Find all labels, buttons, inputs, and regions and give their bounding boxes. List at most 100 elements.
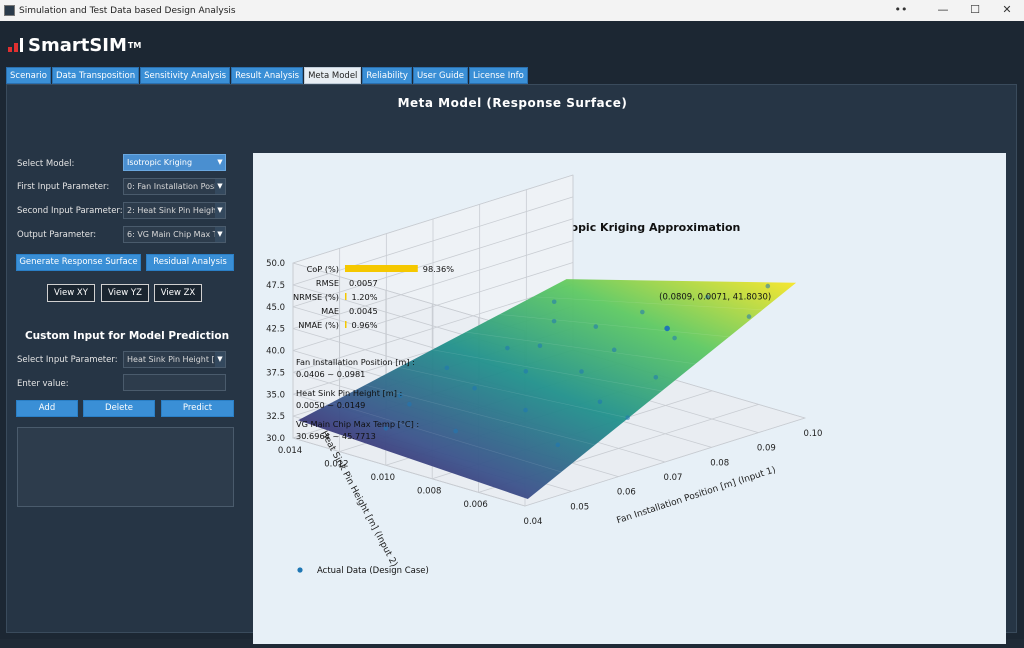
chevron-down-icon: ▼ <box>215 352 225 367</box>
x-tick-label: 0.09 <box>757 444 776 454</box>
window-title: Simulation and Test Data based Design An… <box>19 5 236 16</box>
enter-value-label: Enter value: <box>17 379 69 389</box>
y-tick-label: 0.014 <box>278 446 302 456</box>
tab-data-transposition[interactable]: Data Transposition <box>51 67 140 84</box>
data-point <box>537 343 543 349</box>
app-icon <box>4 5 15 16</box>
logo-bars-icon <box>8 38 25 52</box>
legend-group: Actual Data (Design Case) <box>297 566 429 576</box>
data-point <box>765 283 771 289</box>
tab-reliability[interactable]: Reliability <box>362 67 412 84</box>
metric-value: 1.20% <box>352 292 378 302</box>
chevron-down-icon: ▼ <box>215 155 225 170</box>
response-surface-plot[interactable]: Isotropic Kriging Approximation 0.04 0.05… <box>240 153 1006 644</box>
tab-user-guide[interactable]: User Guide <box>412 67 468 84</box>
output-param-label: Output Parameter: <box>17 230 97 240</box>
data-point <box>551 299 557 305</box>
chevron-down-icon: ▼ <box>215 179 225 194</box>
brand-name: SmartSIM <box>28 34 127 56</box>
select-input-param-value: Heat Sink Pin Height [r <box>127 355 218 364</box>
highlight-point <box>664 325 670 332</box>
app-body: SmartSIM TM Scenario Data Transposition S… <box>0 21 1024 644</box>
select-model-value: Isotropic Kriging <box>127 158 193 167</box>
window-extra-button[interactable]: •• <box>884 0 918 21</box>
x-tick-label: 0.07 <box>664 473 683 483</box>
data-point <box>505 345 510 351</box>
highlight-point-label: (0.0809, 0.0071, 41.8030) <box>659 292 771 302</box>
output-param-dropdown[interactable]: 6: VG Main Chip Max T ▼ <box>123 226 226 243</box>
view-yz-button[interactable]: View YZ <box>101 284 149 302</box>
data-point <box>625 415 630 421</box>
range-value: 0.0406 ~ 0.0981 <box>296 369 365 379</box>
surface-chart-svg[interactable]: Isotropic Kriging Approximation 0.040.05… <box>240 153 1006 644</box>
first-input-label: First Input Parameter: <box>17 182 110 192</box>
data-point <box>523 407 528 413</box>
x-tick-label: 0.05 <box>570 502 589 512</box>
z-tick-label: 35.0 <box>266 390 285 400</box>
brand-trademark: TM <box>127 40 142 50</box>
metric-value: 98.36% <box>423 264 454 274</box>
minimize-button[interactable]: — <box>926 0 960 21</box>
view-xy-button[interactable]: View XY <box>47 284 95 302</box>
z-tick-label: 32.5 <box>266 412 285 422</box>
second-input-dropdown[interactable]: 2: Heat Sink Pin Height ▼ <box>123 202 226 219</box>
x-tick-label: 0.10 <box>804 429 823 439</box>
brand-logo: SmartSIM TM <box>8 33 141 57</box>
delete-button[interactable]: Delete <box>83 400 155 417</box>
select-model-dropdown[interactable]: Isotropic Kriging ▼ <box>123 154 226 171</box>
tab-meta-model[interactable]: Meta Model <box>304 67 362 84</box>
tab-sensitivity-analysis[interactable]: Sensitivity Analysis <box>140 67 231 84</box>
second-input-value: 2: Heat Sink Pin Height <box>127 206 220 215</box>
data-point <box>555 442 561 448</box>
z-tick-label: 42.5 <box>266 325 285 335</box>
tab-result-analysis[interactable]: Result Analysis <box>231 67 304 84</box>
data-point <box>579 369 584 374</box>
legend-label: Actual Data (Design Case) <box>317 566 429 576</box>
predict-button[interactable]: Predict <box>161 400 234 417</box>
metric-bar <box>345 321 347 328</box>
data-point <box>444 365 450 371</box>
output-param-value: 6: VG Main Chip Max T <box>127 230 218 239</box>
metric-label: NMAE (%) <box>298 320 339 330</box>
data-point <box>640 309 645 315</box>
custom-input-title: Custom Input for Model Prediction <box>24 330 230 342</box>
generate-response-surface-button[interactable]: Generate Response Surface <box>16 254 141 271</box>
legend-marker <box>297 567 303 573</box>
maximize-button[interactable]: ☐ <box>958 0 992 21</box>
enter-value-input[interactable] <box>123 374 226 391</box>
residual-analysis-button[interactable]: Residual Analysis <box>146 254 234 271</box>
range-label: VG Main Chip Max Temp [°C] : <box>296 419 419 429</box>
view-zx-button[interactable]: View ZX <box>154 284 202 302</box>
metric-label: MAE <box>321 306 339 316</box>
z-tick-label: 45.0 <box>266 303 285 313</box>
data-point <box>523 369 529 374</box>
x-axis-label: Fan Installation Position [m] (Input 1) <box>616 465 778 526</box>
data-point <box>746 314 752 319</box>
tab-license-info[interactable]: License Info <box>468 67 528 84</box>
prediction-output-box[interactable] <box>17 427 234 507</box>
window-titlebar: Simulation and Test Data based Design An… <box>0 0 1024 21</box>
add-button[interactable]: Add <box>16 400 78 417</box>
data-point <box>453 428 458 434</box>
y-tick-label: 0.008 <box>417 487 441 497</box>
metric-bar <box>345 265 418 272</box>
z-tick-label: 50.0 <box>266 259 285 269</box>
page-title: Meta Model (Response Surface) <box>397 96 628 110</box>
z-tick-label: 30.0 <box>266 434 285 444</box>
range-value: 30.6964 ~ 45.7713 <box>296 431 376 441</box>
y-tick-label: 0.006 <box>463 500 487 510</box>
metric-value: 0.0045 <box>349 306 378 316</box>
data-point <box>653 375 659 380</box>
select-input-param-dropdown[interactable]: Heat Sink Pin Height [r ▼ <box>123 351 226 368</box>
close-button[interactable]: ✕ <box>990 0 1024 21</box>
z-tick-label: 40.0 <box>266 347 285 357</box>
meta-model-panel: Meta Model (Response Surface) Select Mod… <box>6 84 1017 644</box>
chevron-down-icon: ▼ <box>215 203 225 218</box>
metric-bar <box>345 293 347 300</box>
select-input-param-label: Select Input Parameter: <box>17 355 118 365</box>
tab-scenario[interactable]: Scenario <box>6 67 51 84</box>
first-input-dropdown[interactable]: 0: Fan Installation Posit ▼ <box>123 178 226 195</box>
metric-label: CoP (%) <box>307 264 339 274</box>
range-label: Fan Installation Position [m] : <box>296 357 415 367</box>
range-value: 0.0050 ~ 0.0149 <box>296 400 365 410</box>
